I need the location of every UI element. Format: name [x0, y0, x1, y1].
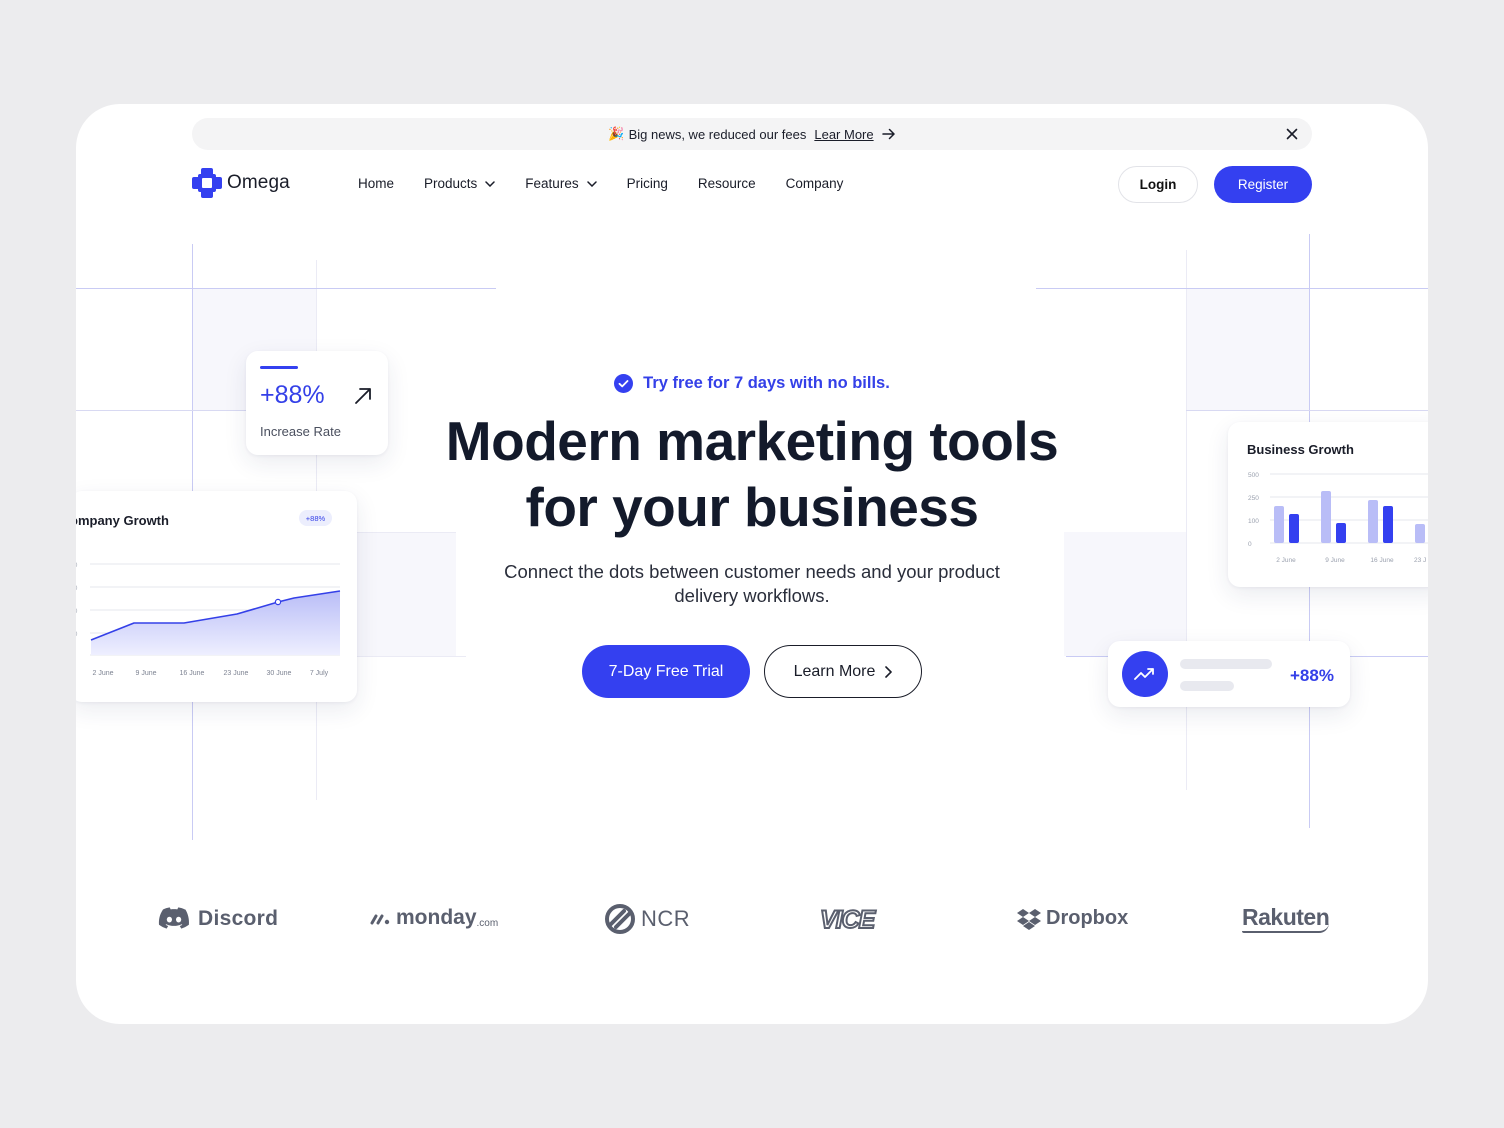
svg-text:0: 0 — [76, 563, 78, 569]
dropbox-logo: Dropbox — [1016, 907, 1128, 930]
nav-item-home[interactable]: Home — [358, 176, 394, 191]
business-growth-card: Business Growth 500 250 100 0 2 June 9 J… — [1228, 422, 1428, 587]
nav-label: Resource — [697, 176, 756, 191]
trending-up-icon — [1122, 651, 1168, 697]
accent-bar — [260, 366, 298, 369]
nav-label: Pricing — [626, 176, 668, 191]
x-tick-label: 7 July — [310, 670, 329, 677]
increase-rate-label: Increase Rate — [260, 424, 341, 439]
nav-label: Home — [358, 176, 395, 191]
nav-label: Products — [424, 176, 478, 191]
y-tick-label: 100 — [1248, 518, 1259, 525]
x-tick-label: 9 June — [135, 670, 156, 677]
announcement-link[interactable]: Lear More — [814, 127, 873, 142]
dropbox-icon — [1017, 908, 1041, 930]
company-growth-title: ompany Growth — [76, 513, 169, 528]
nav-item-features[interactable]: Features — [525, 176, 597, 191]
grid-line — [76, 288, 496, 289]
free-trial-button[interactable]: 7-Day Free Trial — [582, 645, 750, 698]
landing-page-frame: 🎉 Big news, we reduced our fees Lear Mor… — [76, 104, 1428, 1024]
discord-wordmark: Discord — [198, 907, 279, 930]
x-tick-label: 23 J — [1414, 557, 1426, 564]
chevron-right-icon — [885, 665, 893, 678]
bar — [1415, 524, 1425, 543]
announcement-text: Big news, we reduced our fees — [628, 126, 807, 142]
bar — [1336, 523, 1346, 543]
announcement-bar: 🎉 Big news, we reduced our fees Lear Mor… — [192, 118, 1312, 150]
svg-text:0: 0 — [76, 632, 78, 638]
x-tick-label: 2 June — [1276, 557, 1296, 564]
monday-wordmark-suffix: .com — [476, 917, 499, 929]
x-tick-label: 16 June — [1370, 557, 1394, 564]
svg-text:0: 0 — [76, 586, 78, 592]
y-tick-label: 0 — [1248, 541, 1252, 548]
vice-logo: VICE — [819, 905, 876, 935]
bar — [1289, 514, 1299, 543]
bar — [1368, 500, 1378, 543]
nav-item-pricing[interactable]: Pricing — [627, 176, 668, 191]
monday-logo: monday .com — [370, 906, 498, 930]
monday-wordmark: monday — [396, 906, 477, 929]
discord-icon — [158, 907, 190, 929]
learn-more-label: Learn More — [793, 662, 876, 680]
y-tick-label: 500 — [1248, 472, 1259, 479]
increase-rate-card: +88% Increase Rate — [246, 351, 388, 455]
skeleton-line — [1180, 681, 1234, 691]
svg-text:0: 0 — [76, 609, 78, 615]
partner-logos: Discord monday .com NCR VICE Dropbox Rak… — [76, 904, 1428, 936]
close-icon[interactable] — [1284, 126, 1300, 142]
nav-label: Company — [785, 176, 844, 191]
rakuten-wordmark: Rakuten — [1242, 904, 1330, 933]
brand-logo[interactable]: Omega — [192, 168, 290, 198]
main-nav: Home Products Features Pricing Resource … — [358, 176, 873, 191]
nav-item-products[interactable]: Products — [424, 176, 496, 191]
x-tick-label: 16 June — [180, 670, 205, 677]
brand-name: Omega — [227, 172, 290, 193]
discord-logo: Discord — [158, 906, 278, 932]
nav-item-resource[interactable]: Resource — [698, 176, 756, 191]
rakuten-logo: Rakuten — [1242, 904, 1330, 933]
tagline-text: Try free for 7 days with no bills. — [643, 374, 890, 392]
check-circle-icon — [614, 374, 634, 393]
ncr-logo: NCR — [599, 904, 690, 934]
growth-stat-card: +88% — [1108, 641, 1350, 707]
x-tick-label: 9 June — [1325, 557, 1345, 564]
bar — [1321, 491, 1331, 543]
ncr-wordmark: NCR — [641, 906, 691, 931]
nav-label: Features — [525, 176, 579, 191]
skeleton-line — [1180, 659, 1272, 669]
growth-stat-value: +88% — [1290, 666, 1334, 685]
ncr-icon — [605, 904, 635, 934]
party-emoji: 🎉 — [608, 126, 625, 141]
dropbox-wordmark: Dropbox — [1046, 907, 1129, 929]
chevron-down-icon — [485, 180, 496, 187]
login-button[interactable]: Login — [1118, 166, 1198, 203]
register-button[interactable]: Register — [1214, 166, 1312, 203]
grid-line — [1036, 288, 1428, 289]
y-tick-label: 250 — [1248, 495, 1259, 502]
chevron-down-icon — [586, 180, 597, 187]
monday-icon — [370, 914, 390, 925]
x-tick-label: 2 June — [92, 670, 113, 677]
learn-more-button[interactable]: Learn More — [764, 645, 922, 698]
company-growth-card: 0 0 0 0 2 June 9 June 16 June 23 June 30… — [76, 491, 357, 702]
bar — [1274, 506, 1284, 543]
bar — [1383, 506, 1393, 543]
vice-wordmark: VICE — [819, 905, 876, 935]
nav-item-company[interactable]: Company — [786, 176, 844, 191]
x-tick-label: 30 June — [267, 670, 292, 677]
grid-line — [356, 656, 466, 657]
x-tick-label: 23 June — [224, 670, 249, 677]
arrow-right-icon[interactable] — [881, 128, 896, 140]
arrow-up-right-icon — [354, 387, 372, 410]
growth-badge: +88% — [299, 510, 332, 526]
omega-logo-icon — [192, 168, 222, 198]
increase-rate-value: +88% — [260, 381, 325, 409]
business-growth-bar-chart: 500 250 100 0 2 June 9 June 16 June 23 J — [1248, 472, 1428, 564]
